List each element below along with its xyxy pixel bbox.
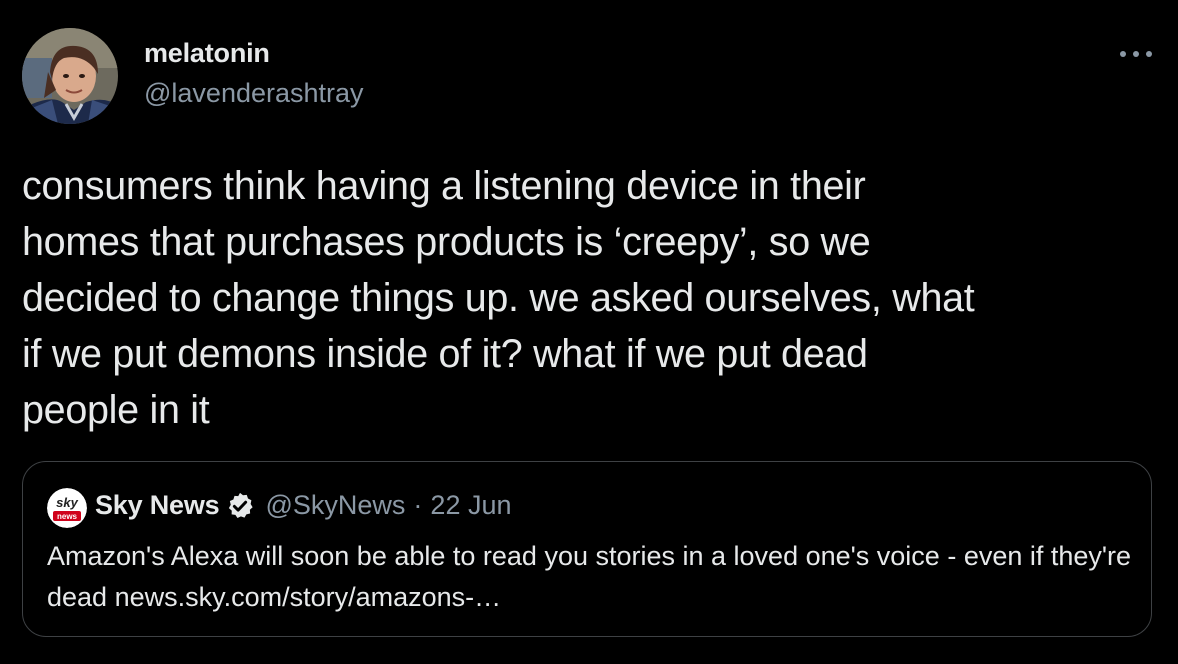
profile-photo-icon <box>22 28 118 124</box>
quoted-author-avatar[interactable]: sky news <box>47 488 87 528</box>
more-options-button[interactable] <box>1114 36 1158 72</box>
quoted-date[interactable]: 22 Jun <box>430 490 511 521</box>
more-dots-icon <box>1120 51 1152 57</box>
logo-top-text: sky <box>56 495 78 510</box>
quoted-tweet-header: Sky News @SkyNews · 22 Jun <box>95 490 512 521</box>
author-handle[interactable]: @lavenderashtray <box>144 78 364 109</box>
header-separator: · <box>413 490 423 520</box>
quoted-tweet-text: Amazon's Alexa will soon be able to read… <box>47 541 1132 612</box>
tweet: melatonin @lavenderashtray consumers thi… <box>0 0 1178 664</box>
author-display-name[interactable]: melatonin <box>144 38 270 69</box>
verified-badge-icon <box>225 491 255 521</box>
logo-bottom-text: news <box>57 512 78 521</box>
quoted-handle[interactable]: @SkyNews <box>265 490 405 521</box>
quoted-display-name[interactable]: Sky News <box>95 490 220 521</box>
quoted-tweet-card[interactable]: sky news Sky News @SkyNews · 22 Jun Amaz… <box>22 461 1152 637</box>
author-avatar[interactable] <box>22 28 118 124</box>
sky-news-logo-icon: sky news <box>47 488 87 528</box>
tweet-text: consumers think having a listening devic… <box>22 164 975 432</box>
